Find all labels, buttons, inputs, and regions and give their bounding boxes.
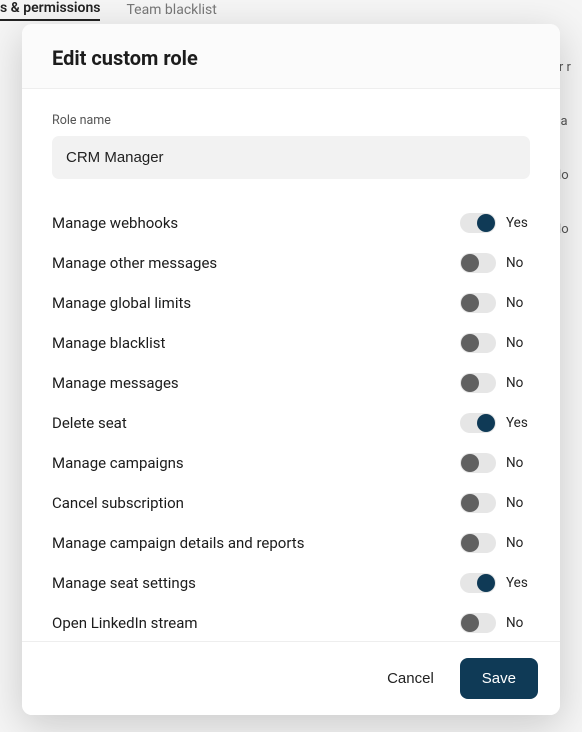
permission-control: No (460, 293, 530, 313)
permission-control: No (460, 253, 530, 273)
toggle-knob (461, 334, 479, 352)
modal-title: Edit custom role (52, 46, 530, 70)
permission-toggle[interactable] (460, 573, 496, 593)
permission-control: Yes (460, 213, 530, 233)
permission-row: Manage messages No (52, 363, 530, 403)
permission-control: Yes (460, 413, 530, 433)
permission-control: No (460, 613, 530, 633)
permission-row: Manage blacklist No (52, 323, 530, 363)
permission-state-text: No (506, 535, 530, 551)
permission-state-text: No (506, 615, 530, 631)
permission-label: Manage other messages (52, 254, 217, 272)
role-name-label: Role name (52, 113, 530, 128)
permission-toggle[interactable] (460, 533, 496, 553)
permission-toggle[interactable] (460, 453, 496, 473)
permission-label: Manage messages (52, 374, 179, 392)
modal-header: Edit custom role (22, 24, 560, 89)
permission-state-text: No (506, 255, 530, 271)
permission-row: Manage other messages No (52, 243, 530, 283)
permission-state-text: No (506, 495, 530, 511)
toggle-knob (461, 614, 479, 632)
permission-state-text: No (506, 375, 530, 391)
permission-control: No (460, 453, 530, 473)
permission-control: No (460, 493, 530, 513)
toggle-knob (461, 374, 479, 392)
modal-footer: Cancel Save (22, 641, 560, 715)
toggle-knob (461, 534, 479, 552)
toggle-knob (477, 574, 495, 592)
permission-control: No (460, 373, 530, 393)
permission-row: Manage campaign details and reports No (52, 523, 530, 563)
permission-toggle[interactable] (460, 373, 496, 393)
toggle-knob (461, 494, 479, 512)
save-button[interactable]: Save (460, 658, 538, 699)
background-tabs: s & permissions Team blacklist (0, 0, 582, 20)
toggle-knob (461, 294, 479, 312)
permission-state-text: Yes (506, 215, 530, 231)
permissions-list: Manage webhooks Yes Manage other messages N… (52, 203, 530, 641)
permission-state-text: No (506, 335, 530, 351)
permission-state-text: No (506, 295, 530, 311)
permission-toggle[interactable] (460, 333, 496, 353)
tab-team-blacklist[interactable]: Team blacklist (126, 2, 216, 18)
permission-label: Cancel subscription (52, 494, 184, 512)
permission-state-text: Yes (506, 575, 530, 591)
permission-state-text: No (506, 455, 530, 471)
edit-custom-role-modal: Edit custom role Role name Manage webhoo… (22, 24, 560, 715)
permission-label: Delete seat (52, 414, 127, 432)
permission-toggle[interactable] (460, 253, 496, 273)
modal-body[interactable]: Role name Manage webhooks Yes Manage other… (22, 89, 560, 641)
permission-label: Manage campaign details and reports (52, 534, 304, 552)
permission-toggle[interactable] (460, 213, 496, 233)
toggle-knob (477, 214, 495, 232)
toggle-knob (461, 254, 479, 272)
permission-row: Manage campaigns No (52, 443, 530, 483)
permission-toggle[interactable] (460, 613, 496, 633)
permission-label: Manage campaigns (52, 454, 184, 472)
permission-row: Delete seat Yes (52, 403, 530, 443)
permission-state-text: Yes (506, 415, 530, 431)
permission-control: Yes (460, 573, 530, 593)
permission-label: Manage global limits (52, 294, 191, 312)
permission-row: Manage seat settings Yes (52, 563, 530, 603)
permission-toggle[interactable] (460, 413, 496, 433)
toggle-knob (461, 454, 479, 472)
permission-row: Manage global limits No (52, 283, 530, 323)
role-name-input[interactable] (52, 136, 530, 179)
permission-control: No (460, 533, 530, 553)
permission-row: Cancel subscription No (52, 483, 530, 523)
permission-control: No (460, 333, 530, 353)
permission-label: Manage webhooks (52, 214, 178, 232)
permission-label: Manage blacklist (52, 334, 165, 352)
permission-toggle[interactable] (460, 293, 496, 313)
permission-row: Open LinkedIn stream No (52, 603, 530, 641)
permission-toggle[interactable] (460, 493, 496, 513)
tab-permissions[interactable]: s & permissions (0, 0, 100, 21)
permission-row: Manage webhooks Yes (52, 203, 530, 243)
cancel-button[interactable]: Cancel (383, 660, 438, 697)
permission-label: Open LinkedIn stream (52, 614, 198, 632)
toggle-knob (477, 414, 495, 432)
permission-label: Manage seat settings (52, 574, 196, 592)
